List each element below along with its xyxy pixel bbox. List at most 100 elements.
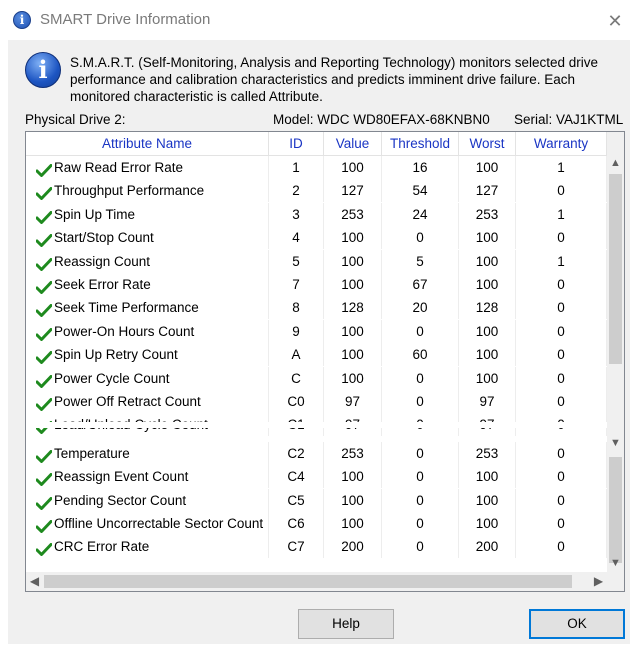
info-icon	[13, 11, 31, 29]
help-button[interactable]: Help	[298, 609, 394, 639]
cell-worst: 100	[459, 343, 516, 367]
table-row[interactable]: Raw Read Error Rate 1 100 16 100 1	[26, 156, 607, 179]
cell-worst: 100	[459, 488, 516, 512]
table-row[interactable]: Seek Error Rate 7 100 67 100 0	[26, 273, 607, 296]
attribute-name-text: Reassign Event Count	[54, 469, 189, 485]
table-row[interactable]: Temperature C2 253 0 253 0	[26, 441, 607, 465]
cell-threshold: 0	[382, 390, 459, 413]
scroll-down-icon-lower[interactable]: ▼	[607, 555, 624, 572]
cell-attribute-name: Reassign Count	[26, 249, 269, 273]
attribute-name-text: Reassign Count	[54, 253, 151, 269]
attribute-name-text: Offline Uncorrectable Sector Count	[54, 516, 264, 531]
cell-value: 100	[324, 512, 382, 535]
cell-worst: 100	[459, 319, 516, 343]
checkmark-icon	[35, 372, 53, 388]
window-title: SMART Drive Information	[40, 11, 211, 28]
vertical-scrollbar[interactable]: ▲ ▼ ▼	[607, 132, 624, 572]
cell-value: 100	[324, 366, 382, 390]
table-row[interactable]: Pending Sector Count C5 100 0 100 0	[26, 488, 607, 512]
table-row[interactable]: Power Off Retract Count C0 97 0 97 0	[26, 390, 607, 413]
cell-attribute-name: CRC Error Rate	[26, 535, 269, 559]
title-bar[interactable]: SMART Drive Information ✕	[0, 0, 635, 40]
column-header-value[interactable]: Value	[324, 132, 382, 155]
horizontal-scrollbar[interactable]: ◀ ▶	[26, 572, 607, 591]
cell-warranty: 0	[516, 273, 607, 296]
table-row[interactable]: Power-On Hours Count 9 100 0 100 0	[26, 319, 607, 343]
scroll-right-icon[interactable]: ▶	[590, 572, 607, 591]
close-button[interactable]: ✕	[598, 6, 632, 36]
column-header-warranty[interactable]: Warranty	[516, 132, 607, 155]
table-row[interactable]: Power Cycle Count C 100 0 100 0	[26, 366, 607, 390]
cell-warranty: 0	[516, 179, 607, 203]
ok-button[interactable]: OK	[529, 609, 625, 639]
table-row[interactable]: Seek Time Performance 8 128 20 128 0	[26, 296, 607, 320]
cell-threshold: 0	[382, 226, 459, 250]
table-row[interactable]: Reassign Count 5 100 5 100 1	[26, 249, 607, 273]
table-row[interactable]: CRC Error Rate C7 200 0 200 0	[26, 535, 607, 559]
cell-value: 100	[324, 249, 382, 273]
cell-id: C	[269, 366, 324, 390]
cell-value: 100	[324, 465, 382, 489]
smart-dialog: SMART Drive Information ✕ S.M.A.R.T. (Se…	[0, 0, 635, 650]
cell-threshold: 0	[382, 465, 459, 489]
cell-warranty: 0	[516, 390, 607, 413]
table-row[interactable]: Spin Up Retry Count A 100 60 100 0	[26, 343, 607, 367]
attribute-name-text: Power Off Retract Count	[54, 394, 201, 409]
table-row[interactable]: Reassign Event Count C4 100 0 100 0	[26, 465, 607, 489]
column-header-threshold[interactable]: Threshold	[382, 132, 459, 155]
cell-threshold: 0	[382, 366, 459, 390]
cell-worst: 253	[459, 441, 516, 465]
attribute-list[interactable]: Attribute Name ID Value Threshold Worst …	[25, 131, 625, 592]
checkmark-icon	[35, 255, 53, 271]
table-row[interactable]: Spin Up Time 3 253 24 253 1	[26, 202, 607, 226]
cell-id: 3	[269, 202, 324, 226]
attribute-name-text: Seek Time Performance	[54, 300, 199, 316]
checkmark-icon	[35, 540, 53, 557]
cell-id: C0	[269, 390, 324, 413]
scroll-left-icon[interactable]: ◀	[26, 572, 43, 591]
horizontal-scroll-thumb[interactable]	[44, 575, 572, 588]
table-row[interactable]: Throughput Performance 2 127 54 127 0	[26, 179, 607, 203]
cell-threshold: 60	[382, 343, 459, 367]
cell-attribute-name: Pending Sector Count	[26, 488, 269, 512]
attribute-name-text: Spin Up Time	[54, 206, 136, 222]
cell-warranty: 1	[516, 156, 607, 179]
cell-attribute-name: Raw Read Error Rate	[26, 156, 269, 179]
attribute-name-text: Pending Sector Count	[54, 492, 187, 508]
vertical-scroll-thumb-lower[interactable]	[609, 457, 622, 563]
cell-id: 4	[269, 226, 324, 250]
checkmark-icon	[35, 184, 53, 201]
attribute-name-text: Power-On Hours Count	[54, 323, 195, 339]
cell-value: 97	[324, 390, 382, 413]
checkmark-icon	[35, 395, 53, 411]
scroll-down-icon[interactable]: ▼	[607, 435, 624, 452]
cell-value: 100	[324, 343, 382, 367]
list-header: Attribute Name ID Value Threshold Worst …	[26, 132, 607, 156]
cell-worst: 253	[459, 202, 516, 226]
cell-threshold: 0	[382, 441, 459, 465]
cell-worst: 100	[459, 465, 516, 489]
cell-warranty: 0	[516, 343, 607, 367]
attribute-name-text: Temperature	[54, 445, 130, 461]
cell-id: 1	[269, 156, 324, 179]
vertical-scroll-thumb[interactable]	[609, 174, 622, 364]
attribute-name-text: Spin Up Retry Count	[54, 347, 178, 363]
cell-warranty: 0	[516, 319, 607, 343]
attribute-name-text: Seek Error Rate	[54, 277, 151, 292]
column-header-id[interactable]: ID	[269, 132, 324, 155]
cell-warranty: 0	[516, 366, 607, 390]
table-row[interactable]: Start/Stop Count 4 100 0 100 0	[26, 226, 607, 250]
cell-id: 9	[269, 319, 324, 343]
info-icon	[25, 52, 61, 88]
cell-worst: 100	[459, 366, 516, 390]
table-row[interactable]: Offline Uncorrectable Sector Count C6 100 0…	[26, 512, 607, 535]
attribute-name-text: Power Cycle Count	[54, 370, 170, 386]
column-header-worst[interactable]: Worst	[459, 132, 516, 155]
column-header-attribute-name[interactable]: Attribute Name	[26, 132, 269, 155]
cell-value: 253	[324, 202, 382, 226]
drive-label: Physical Drive 2:	[25, 112, 126, 127]
scroll-up-icon[interactable]: ▲	[607, 155, 624, 172]
cell-value: 100	[324, 156, 382, 179]
cell-value: 128	[324, 296, 382, 320]
checkmark-icon	[35, 161, 53, 177]
